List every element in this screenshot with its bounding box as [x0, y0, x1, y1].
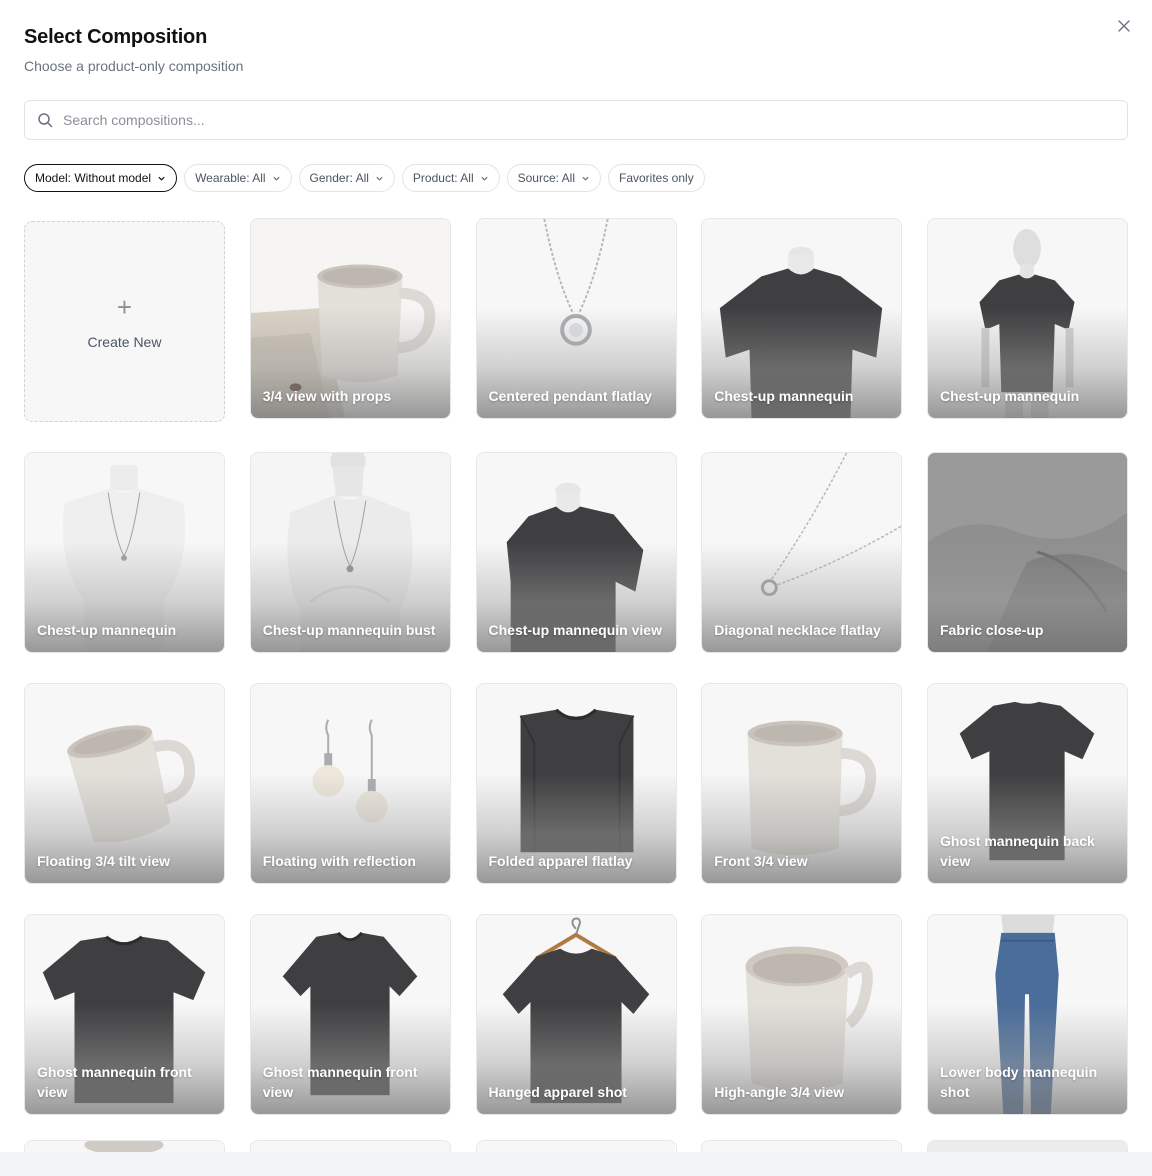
composition-card[interactable]: Diagonal necklace flatlay [701, 452, 903, 653]
chevron-down-icon [480, 174, 489, 183]
composition-card[interactable]: Floating 3/4 tilt view [24, 683, 225, 884]
filter-product[interactable]: Product: All [401, 164, 500, 192]
composition-card[interactable]: Chest-up mannequin [927, 218, 1128, 419]
composition-label: Floating with reflection [262, 853, 416, 869]
chevron-down-icon [272, 174, 281, 183]
close-icon [1118, 20, 1130, 32]
filter-gender[interactable]: Gender: All [298, 164, 395, 192]
composition-card[interactable]: 3/4 view with props [249, 218, 451, 419]
filter-source[interactable]: Source: All [506, 164, 601, 192]
composition-label: Chest-up mannequin bust [262, 622, 436, 638]
chevron-down-icon [375, 174, 384, 183]
close-button[interactable] [1112, 14, 1136, 38]
composition-label: Diagonal necklace flatlay [714, 622, 881, 638]
composition-label: Fabric close-up [940, 622, 1044, 638]
composition-card[interactable]: Floating with reflection [249, 683, 451, 884]
composition-card[interactable]: Chest-up mannequin bust [249, 452, 451, 653]
composition-label: Centered pendant flatlay [488, 388, 652, 404]
composition-grid: + Create New 3/4 view with props Centere… [24, 218, 1128, 1115]
chevron-down-icon [157, 174, 166, 183]
composition-card[interactable]: Chest-up mannequin view [475, 452, 677, 653]
filter-wearable[interactable]: Wearable: All [184, 164, 292, 192]
create-new-label: Create New [87, 333, 162, 350]
composition-label: Front 3/4 view [714, 853, 808, 869]
composition-card[interactable]: Front 3/4 view [701, 683, 903, 884]
composition-card[interactable]: Fabric close-up [927, 452, 1128, 653]
composition-card[interactable]: Folded apparel flatlay [475, 683, 677, 884]
composition-label: Ghost mannequin back view [940, 833, 1095, 869]
composition-card[interactable]: Centered pendant flatlay [475, 218, 677, 419]
filter-label: Gender: All [309, 171, 369, 185]
filter-label: Wearable: All [195, 171, 266, 185]
search-input[interactable] [63, 112, 1063, 128]
filter-label: Model: Without model [35, 171, 152, 185]
filter-model[interactable]: Model: Without model [24, 164, 178, 192]
composition-label: Ghost mannequin front view [262, 1064, 418, 1100]
composition-card[interactable]: Ghost mannequin front view [249, 914, 451, 1115]
composition-label: Hanged apparel shot [488, 1084, 627, 1100]
composition-label: Chest-up mannequin [37, 622, 177, 638]
composition-label: Floating 3/4 tilt view [37, 853, 171, 869]
filter-bar: Model: Without model Wearable: All Gende… [24, 164, 705, 192]
composition-label: 3/4 view with props [262, 388, 392, 404]
composition-label: Chest-up mannequin [714, 388, 854, 404]
composition-label: Chest-up mannequin [940, 388, 1080, 404]
filter-label: Favorites only [619, 171, 694, 185]
composition-card[interactable]: Chest-up mannequin [24, 452, 225, 653]
composition-dialog: Select Composition Choose a product-only… [0, 0, 1152, 1176]
composition-card[interactable]: Chest-up mannequin [701, 218, 903, 419]
dialog-subtitle: Choose a product-only composition [24, 58, 244, 74]
composition-label: High-angle 3/4 view [714, 1084, 845, 1100]
chevron-down-icon [581, 174, 590, 183]
plus-icon: + [116, 291, 133, 322]
dialog-footer-backdrop [0, 1152, 1152, 1176]
create-new-card[interactable]: + Create New [24, 221, 225, 422]
search-icon [38, 113, 53, 128]
filter-label: Product: All [412, 171, 474, 185]
composition-label: Folded apparel flatlay [488, 853, 633, 869]
filter-label: Source: All [517, 171, 575, 185]
composition-label: Lower body mannequin shot [940, 1064, 1098, 1100]
composition-card[interactable]: High-angle 3/4 view [701, 914, 903, 1115]
composition-label: Ghost mannequin front view [37, 1064, 192, 1100]
composition-card[interactable]: Ghost mannequin front view [24, 914, 225, 1115]
search-box[interactable] [24, 100, 1128, 140]
composition-label: Chest-up mannequin view [488, 622, 662, 638]
composition-card[interactable]: Lower body mannequin shot [927, 914, 1128, 1115]
filter-favorites-only[interactable]: Favorites only [608, 164, 705, 192]
dialog-title: Select Composition [24, 26, 208, 48]
composition-card[interactable]: Hanged apparel shot [475, 914, 677, 1115]
composition-card[interactable]: Ghost mannequin back view [927, 683, 1128, 884]
